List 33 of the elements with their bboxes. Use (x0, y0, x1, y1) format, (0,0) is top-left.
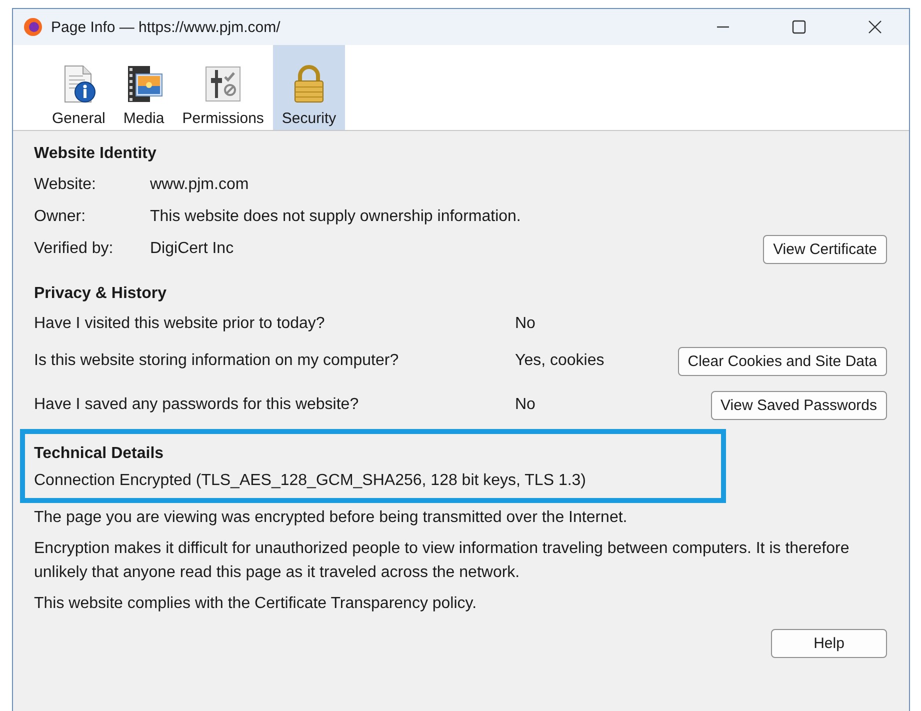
question-text: Have I visited this website prior to today? (34, 315, 326, 333)
field-value: DigiCert Inc (150, 240, 235, 258)
question-text: Is this website storing information on my computer? (34, 352, 400, 370)
answer-text: No (515, 396, 536, 414)
section-heading: Website Identity (34, 145, 158, 163)
description-text: This website complies with the Certificate Transparency policy. (34, 594, 478, 614)
action-button[interactable]: Clear Cookies and Site Data (678, 346, 887, 376)
tab[interactable]: Media (114, 45, 174, 130)
description-text: Encryption makes it difficult for unauthorized people to view information traveling between computers. It is therefore unlikely that anyone read this page as it traveled across the network. (34, 539, 850, 583)
section-heading: Technical Details (34, 445, 165, 463)
tab[interactable]: Security (272, 45, 346, 130)
answer-text: Yes, cookies (515, 352, 606, 370)
minimize-icon (717, 26, 729, 28)
section-heading: Privacy & History (34, 285, 168, 303)
tab[interactable]: Permissions (173, 45, 273, 130)
question-text: Have I saved any passwords for this website? (34, 396, 360, 414)
connection-text: Connection Encrypted (TLS_AES_128_GCM_SHA256, 128 bit keys, TLS 1.3) (34, 471, 588, 491)
slider-check-icon (203, 64, 244, 104)
action-button[interactable]: View Saved Passwords (710, 390, 887, 420)
view-certificate-button[interactable]: View Certificate (763, 234, 887, 264)
field-label: Website: (34, 176, 97, 194)
field-label: Verified by: (34, 240, 114, 258)
close-icon (867, 19, 883, 35)
description-text: The page you are viewing was encrypted before being transmitted over the Internet. (34, 508, 628, 528)
tab[interactable]: General (43, 45, 114, 130)
browser-logo-icon (23, 17, 43, 37)
maximize-icon (791, 19, 807, 35)
field-label: Owner: (34, 208, 87, 226)
answer-text: No (515, 315, 536, 333)
window-title: Page Info — https://www.pjm.com/ (51, 18, 282, 36)
field-value: This website does not supply ownership information. (150, 208, 522, 226)
field-value: www.pjm.com (150, 176, 250, 194)
help-button[interactable]: Help (771, 628, 887, 658)
